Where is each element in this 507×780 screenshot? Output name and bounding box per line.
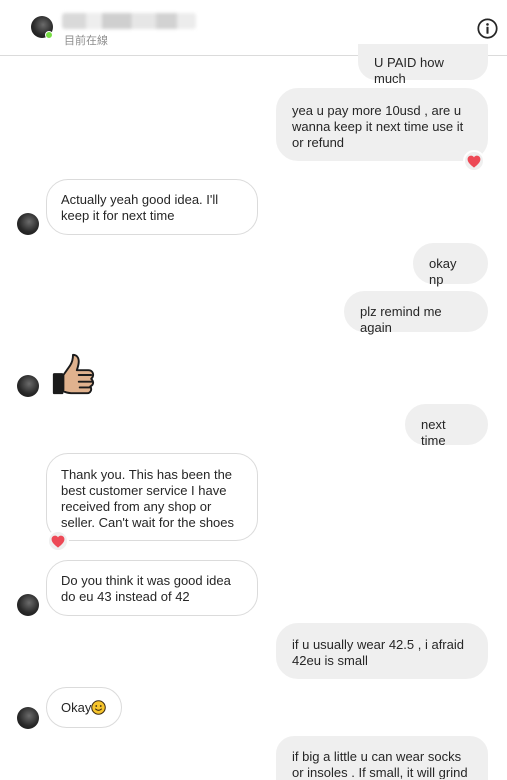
message-outgoing[interactable]: plz remind me again bbox=[344, 291, 488, 335]
message-text: okay np bbox=[429, 256, 457, 287]
message-incoming[interactable]: Actually yeah good idea. I'll keep it fo… bbox=[46, 179, 258, 235]
red-heart-icon bbox=[467, 155, 481, 168]
message-text: if big a little u can wear socks or inso… bbox=[292, 749, 468, 780]
heart-reaction[interactable] bbox=[47, 530, 69, 552]
red-heart-icon bbox=[51, 535, 65, 548]
message-text: Do you think it was good idea do eu 43 i… bbox=[61, 573, 231, 604]
sender-avatar[interactable] bbox=[17, 594, 39, 616]
message-text: plz remind me again bbox=[360, 304, 442, 335]
message-text: yea u pay more 10usd , are u wanna keep … bbox=[292, 103, 464, 150]
online-status-dot bbox=[45, 31, 53, 39]
smiling-face-icon bbox=[91, 700, 107, 715]
message-text: if u usually wear 42.5 , i afraid 42eu i… bbox=[292, 637, 464, 668]
sender-avatar[interactable] bbox=[17, 707, 39, 729]
active-status: 目前在線 bbox=[64, 35, 108, 47]
info-circle-icon[interactable] bbox=[477, 18, 498, 39]
message-text: Thank you. This has been the best custom… bbox=[61, 467, 235, 530]
sender-avatar[interactable] bbox=[17, 213, 39, 235]
message-outgoing[interactable]: next time bbox=[405, 404, 488, 448]
message-text: next time bbox=[421, 417, 446, 448]
message-incoming[interactable]: Okay bbox=[46, 687, 122, 728]
message-outgoing[interactable]: U PAID how much bbox=[358, 44, 488, 86]
sender-avatar[interactable] bbox=[17, 375, 39, 397]
message-outgoing[interactable]: if u usually wear 42.5 , i afraid 42eu i… bbox=[276, 623, 488, 679]
message-outgoing[interactable]: okay np bbox=[413, 243, 488, 287]
message-incoming[interactable]: Do you think it was good idea do eu 43 i… bbox=[46, 560, 258, 616]
message-incoming[interactable]: Thank you. This has been the best custom… bbox=[46, 453, 258, 541]
heart-reaction[interactable] bbox=[463, 150, 485, 172]
message-outgoing[interactable]: if big a little u can wear socks or inso… bbox=[276, 736, 488, 780]
thumbs-up-icon[interactable] bbox=[50, 352, 96, 398]
message-text: Actually yeah good idea. I'll keep it fo… bbox=[61, 192, 219, 223]
message-outgoing[interactable]: yea u pay more 10usd , are u wanna keep … bbox=[276, 88, 488, 161]
contact-name-redacted[interactable] bbox=[62, 13, 196, 29]
message-text: Okay bbox=[61, 700, 92, 715]
message-text: U PAID how much bbox=[374, 55, 444, 86]
